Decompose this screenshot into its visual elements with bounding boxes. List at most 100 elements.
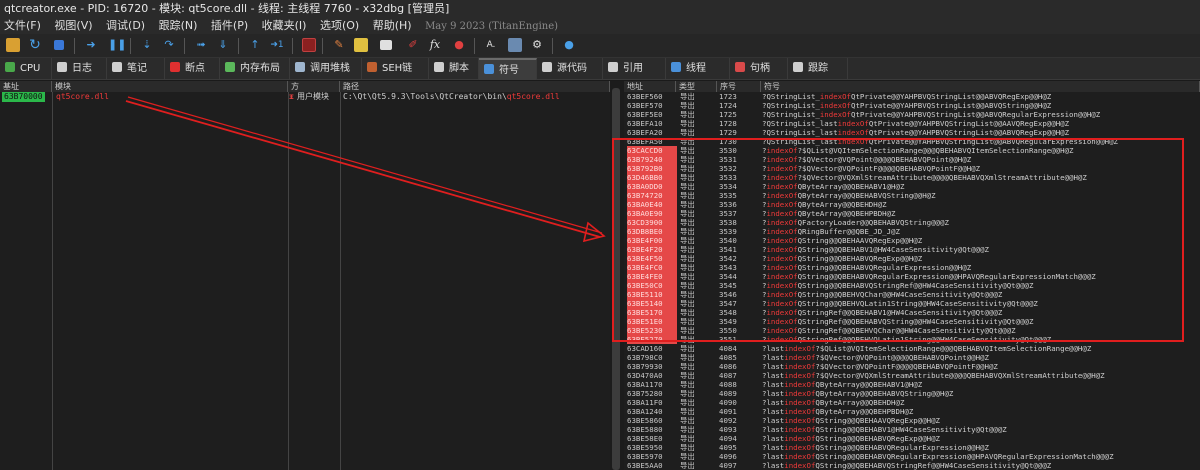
symbol-row[interactable]: 63BA1170 导出 4088 ?lastindexOfQByteArray@@QB… bbox=[624, 380, 1200, 389]
symbol-row[interactable]: 63BEFA10 导出 1728 ?QStringList_lastindexOfQt… bbox=[624, 119, 1200, 128]
symbol-row[interactable]: 63BE58E0 导出 4094 ?lastindexOfQString@@QBEHA… bbox=[624, 434, 1200, 443]
bookmark-icon[interactable]: ✐ bbox=[406, 38, 420, 52]
tab-trace[interactable]: 跟踪 bbox=[788, 58, 848, 80]
menu-view[interactable]: 视图(V) bbox=[54, 17, 92, 34]
col-header-type[interactable]: 类型 bbox=[676, 81, 717, 92]
symbol-type: 导出 bbox=[680, 362, 695, 371]
symbol-row[interactable]: 63BEF560 导出 1723 ?QStringList_indexOfQtPriv… bbox=[624, 92, 1200, 101]
menu-favourites[interactable]: 收藏夹(I) bbox=[262, 17, 307, 34]
symbol-row[interactable]: 63BE5970 导出 4096 ?lastindexOfQString@@QBEHA… bbox=[624, 452, 1200, 461]
symbol-row[interactable]: 63BEFA20 导出 1729 ?QStringList_lastindexOfQt… bbox=[624, 128, 1200, 137]
symbol-name: ?lastindexOfQByteArray@@QBEHABV1@H@Z bbox=[762, 380, 1200, 389]
symbol-row[interactable]: 63BE5880 导出 4093 ?lastindexOfQString@@QBEHA… bbox=[624, 425, 1200, 434]
trace-over-icon[interactable]: ⇓ bbox=[216, 38, 230, 52]
symbol-type: 导出 bbox=[680, 434, 695, 443]
tab-references[interactable]: 引用 bbox=[603, 58, 666, 80]
menu-plugins[interactable]: 插件(P) bbox=[211, 17, 248, 34]
globe-icon[interactable]: ● bbox=[562, 38, 576, 52]
tab-call-stack[interactable]: 调用堆栈 bbox=[290, 58, 362, 80]
symbol-prefix: ?last bbox=[762, 461, 785, 470]
col-header-symbol[interactable]: 符号 bbox=[761, 81, 1200, 92]
symbol-prefix: ?last bbox=[762, 425, 785, 434]
col-header-address[interactable]: 地址 bbox=[624, 81, 676, 92]
symbol-row[interactable]: 63BE5950 导出 4095 ?lastindexOfQString@@QBEHA… bbox=[624, 443, 1200, 452]
function-icon[interactable]: fx bbox=[428, 38, 442, 52]
open-icon[interactable] bbox=[6, 38, 20, 52]
settings-icon[interactable]: ⚙ bbox=[530, 38, 544, 52]
col-header-ordinal[interactable]: 序号 bbox=[717, 81, 761, 92]
toolbar-separator bbox=[552, 38, 553, 54]
menu-file[interactable]: 文件(F) bbox=[4, 17, 41, 34]
symbol-row[interactable]: 63BA1240 导出 4091 ?lastindexOfQByteArray@@QB… bbox=[624, 407, 1200, 416]
symbol-name: ?lastindexOfQByteArray@@QBEHPBDH@Z bbox=[762, 407, 1200, 416]
comment-icon[interactable] bbox=[354, 38, 368, 52]
module-icon[interactable] bbox=[508, 38, 522, 52]
menu-trace[interactable]: 跟踪(N) bbox=[159, 17, 198, 34]
tab-memory-map[interactable]: 内存布局 bbox=[220, 58, 290, 80]
module-base-address: 63B70000 bbox=[2, 92, 45, 102]
col-header-base[interactable]: 基址 bbox=[0, 81, 52, 92]
menu-help[interactable]: 帮助(H) bbox=[373, 17, 412, 34]
tab-breakpoint[interactable]: 断点 bbox=[165, 58, 220, 80]
menu-options[interactable]: 选项(O) bbox=[320, 17, 359, 34]
symbol-row[interactable]: 63D470A0 导出 4087 ?lastindexOf?$QVector@VQXm… bbox=[624, 371, 1200, 380]
symbol-address: 63BE5AA0 bbox=[627, 461, 663, 470]
symbol-ordinal: 4087 bbox=[719, 371, 737, 380]
hardware-breakpoint-icon[interactable]: ● bbox=[452, 38, 466, 52]
symbol-type: 导出 bbox=[680, 389, 695, 398]
col-header-party[interactable]: 方 bbox=[288, 81, 340, 92]
symbol-suffix: ?$QVector@VQPoint@@@@QBEHABVQPoint@@H@Z bbox=[815, 353, 989, 362]
label-icon[interactable] bbox=[380, 40, 392, 50]
symbol-name: ?lastindexOfQString@@QBEHABVQRegExp@@H@Z bbox=[762, 434, 1200, 443]
symbol-address: 63BEF5E0 bbox=[627, 110, 663, 119]
col-header-module[interactable]: 模块 bbox=[52, 81, 288, 92]
tab-cpu[interactable]: CPU bbox=[0, 58, 52, 80]
restart-icon[interactable]: ↻ bbox=[28, 38, 42, 52]
run-icon[interactable]: ➜ bbox=[84, 38, 98, 52]
patch-icon[interactable]: ✎ bbox=[332, 38, 346, 52]
trace-into-icon[interactable]: ➟ bbox=[194, 38, 208, 52]
symbol-row[interactable]: 63BEF5E0 导出 1725 ?QStringList_indexOfQtPriv… bbox=[624, 110, 1200, 119]
run-to-user-code-icon[interactable]: ➜1 bbox=[270, 38, 284, 52]
symbol-row[interactable]: 63B79930 导出 4086 ?lastindexOf?$QVector@VQPo… bbox=[624, 362, 1200, 371]
symbol-match: indexOf bbox=[784, 371, 816, 380]
symbol-address: 63BE5950 bbox=[627, 443, 663, 452]
tab-label: 日志 bbox=[72, 63, 92, 74]
tab-source[interactable]: 源代码 bbox=[537, 58, 603, 80]
toolbar-separator bbox=[184, 38, 185, 54]
symbol-address: 63BA1170 bbox=[627, 380, 663, 389]
symbol-ordinal: 1729 bbox=[719, 128, 737, 137]
symbol-row[interactable]: 63B75280 导出 4089 ?lastindexOfQByteArray@@QB… bbox=[624, 389, 1200, 398]
tab-seh[interactable]: SEH链 bbox=[362, 58, 429, 80]
symbol-row[interactable]: 63BE5AA0 导出 4097 ?lastindexOfQString@@QBEHA… bbox=[624, 461, 1200, 470]
symbol-row[interactable]: 63BEF570 导出 1724 ?QStringList_indexOfQtPriv… bbox=[624, 101, 1200, 110]
symbol-row[interactable]: 63B798C0 导出 4085 ?lastindexOf?$QVector@VQPo… bbox=[624, 353, 1200, 362]
symbol-name: ?QStringList_indexOfQtPrivate@@YAHPBVQSt… bbox=[762, 101, 1200, 110]
symbol-row[interactable]: 63BA11F0 导出 4090 ?lastindexOfQByteArray@@QB… bbox=[624, 398, 1200, 407]
step-into-icon[interactable]: ⇣ bbox=[140, 38, 154, 52]
symbol-row[interactable]: 63BE5860 导出 4092 ?lastindexOfQString@@QBEHA… bbox=[624, 416, 1200, 425]
menu-debug[interactable]: 调试(D) bbox=[106, 17, 145, 34]
tab-notes[interactable]: 笔记 bbox=[107, 58, 165, 80]
symbol-suffix: QtPrivate@@YAHPBVQStringList@@ABVQRegula… bbox=[851, 110, 1101, 119]
step-over-icon[interactable]: ↷ bbox=[162, 38, 176, 52]
execute-till-return-icon[interactable]: ↑ bbox=[248, 38, 262, 52]
symbol-prefix: ?QStringList_last bbox=[762, 128, 838, 137]
tab-symbols[interactable]: 符号 bbox=[479, 58, 537, 80]
scylla-icon[interactable] bbox=[302, 38, 316, 52]
tab-script[interactable]: 脚本 bbox=[429, 58, 479, 80]
col-header-path[interactable]: 路径 bbox=[340, 81, 610, 92]
pause-icon[interactable]: ❚❚ bbox=[108, 38, 126, 52]
symbol-type: 导出 bbox=[680, 452, 695, 461]
tab-handles[interactable]: 句柄 bbox=[730, 58, 788, 80]
symbol-row[interactable]: 63CAD160 导出 4084 ?lastindexOf?$QList@VQItem… bbox=[624, 344, 1200, 353]
stop-icon[interactable] bbox=[54, 40, 64, 50]
font-icon[interactable]: A. bbox=[484, 38, 498, 52]
tab-log[interactable]: 日志 bbox=[52, 58, 107, 80]
module-row[interactable]: 63B70000 qt5core.dll ᵻ 用户模块 C:\Qt\Qt5.9.… bbox=[0, 92, 610, 102]
symbol-type: 导出 bbox=[680, 380, 695, 389]
symbol-address: 63B79930 bbox=[627, 362, 663, 371]
symbol-ordinal: 4088 bbox=[719, 380, 737, 389]
build-info: May 9 2023 (TitanEngine) bbox=[425, 21, 559, 32]
tab-threads[interactable]: 线程 bbox=[666, 58, 730, 80]
